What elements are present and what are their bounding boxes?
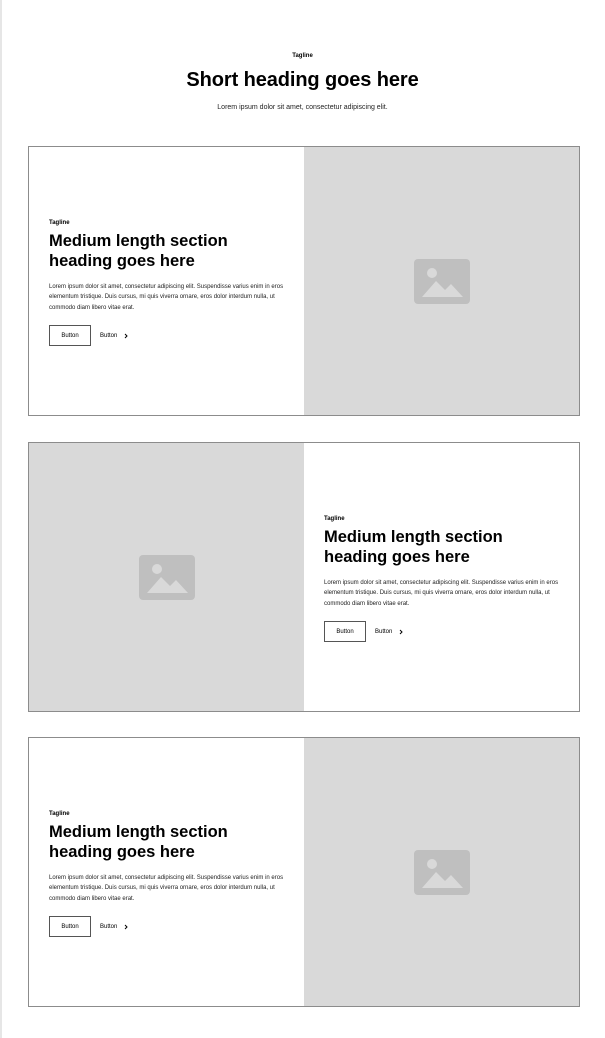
section-image [304,738,579,1006]
section-content: Tagline Medium length section heading go… [29,738,304,1006]
section-actions: Button Button [49,916,129,937]
section-content: Tagline Medium length section heading go… [29,147,304,415]
section-image [304,147,579,415]
feature-section-1: Tagline Medium length section heading go… [28,146,580,416]
link-button[interactable]: Button [100,924,129,930]
section-body: Lorem ipsum dolor sit amet, consectetur … [49,875,284,902]
link-button-label: Button [375,628,393,635]
image-placeholder-icon [414,259,470,304]
primary-button[interactable]: Button [324,621,366,642]
chevron-right-icon [125,924,129,929]
header-description: Lorem ipsum dolor sit amet, consectetur … [217,104,388,111]
section-heading: Medium length section heading goes here [49,823,228,861]
link-button-label: Button [100,332,118,339]
section-body: Lorem ipsum dolor sit amet, consectetur … [324,580,559,607]
chevron-right-icon [400,629,404,634]
section-body: Lorem ipsum dolor sit amet, consectetur … [49,284,284,311]
primary-button[interactable]: Button [49,916,91,937]
image-placeholder-icon [139,555,195,600]
page-left-edge [0,0,2,1038]
header-tagline: Tagline [292,53,313,59]
section-content: Tagline Medium length section heading go… [304,443,579,711]
image-placeholder-icon [414,850,470,895]
primary-button[interactable]: Button [49,325,91,346]
link-button-label: Button [100,923,118,930]
section-actions: Button Button [324,621,404,642]
section-image [29,443,304,711]
section-tagline: Tagline [49,220,70,226]
feature-section-2: Tagline Medium length section heading go… [28,442,580,712]
section-tagline: Tagline [324,516,345,522]
section-tagline: Tagline [49,811,70,817]
link-button[interactable]: Button [375,629,404,635]
chevron-right-icon [125,333,129,338]
feature-section-3: Tagline Medium length section heading go… [28,737,580,1007]
link-button[interactable]: Button [100,333,129,339]
page-title: Short heading goes here [186,69,419,91]
section-heading: Medium length section heading goes here [324,528,503,566]
section-actions: Button Button [49,325,129,346]
section-heading: Medium length section heading goes here [49,232,228,270]
